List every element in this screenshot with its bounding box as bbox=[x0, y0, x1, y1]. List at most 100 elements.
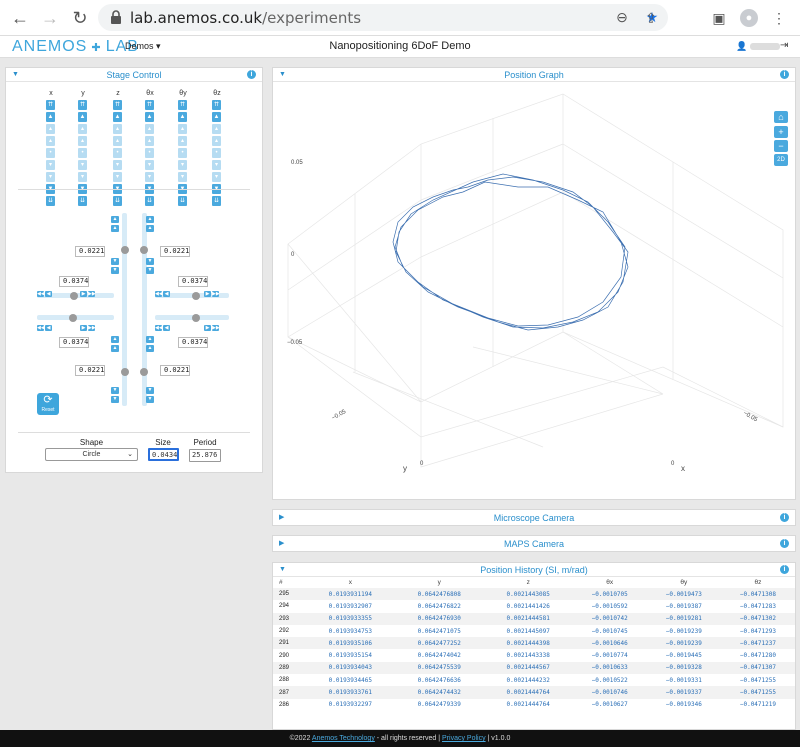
step-button[interactable]: ▼ bbox=[111, 387, 119, 394]
jog-button[interactable]: ▾ bbox=[113, 160, 122, 170]
jog-button[interactable]: ▴ bbox=[46, 136, 55, 146]
info-icon[interactable]: i bbox=[780, 513, 789, 522]
step-button[interactable]: ◀ bbox=[163, 325, 170, 331]
slider-knob[interactable] bbox=[121, 368, 129, 376]
menu-dots-icon[interactable]: ⋮ bbox=[770, 9, 788, 27]
jog-button[interactable]: • bbox=[113, 148, 122, 158]
jog-button[interactable]: ▾ bbox=[78, 160, 87, 170]
step-button[interactable]: ▼ bbox=[111, 267, 119, 274]
back-arrow-icon[interactable]: ← bbox=[10, 8, 30, 28]
jog-button[interactable]: ▴ bbox=[113, 124, 122, 134]
step-button[interactable]: ▶ bbox=[204, 291, 211, 297]
jog-button[interactable]: ⇊ bbox=[178, 196, 187, 206]
jog-button[interactable]: ▾ bbox=[145, 172, 154, 182]
zoom-in-icon[interactable]: + bbox=[774, 126, 788, 138]
info-icon[interactable]: i bbox=[247, 70, 256, 79]
jog-button[interactable]: ▴ bbox=[78, 136, 87, 146]
step-button[interactable]: ◀ bbox=[163, 291, 170, 297]
jog-button[interactable]: ▾ bbox=[212, 172, 221, 182]
jog-button[interactable]: ⇈ bbox=[78, 100, 87, 110]
slider-knob[interactable] bbox=[69, 314, 77, 322]
share-icon[interactable]: ⇪ bbox=[642, 9, 660, 27]
info-icon[interactable]: i bbox=[780, 539, 789, 548]
step-button[interactable]: ▲ bbox=[111, 225, 119, 232]
home-icon[interactable]: ⌂ bbox=[774, 111, 788, 123]
jog-button[interactable]: ▲ bbox=[113, 112, 122, 122]
jog-button[interactable]: ▴ bbox=[212, 136, 221, 146]
jog-button[interactable]: • bbox=[46, 148, 55, 158]
collapse-caret-icon[interactable]: ▼ bbox=[12, 68, 19, 82]
expand-caret-icon[interactable]: ▶ bbox=[279, 510, 284, 526]
jog-button[interactable]: ▲ bbox=[178, 112, 187, 122]
shape-select[interactable]: Circle ⌄ bbox=[45, 448, 138, 461]
step-button[interactable]: ▼ bbox=[146, 258, 154, 265]
microscope-camera-panel[interactable]: ▶ Microscope Camera i bbox=[272, 509, 796, 526]
jog-button[interactable]: ▾ bbox=[46, 172, 55, 182]
jog-button[interactable]: ▾ bbox=[113, 172, 122, 182]
address-bar[interactable]: lab.anemos.co.uk/experiments ⊖ ★ bbox=[98, 4, 668, 31]
reload-icon[interactable]: ↻ bbox=[70, 8, 90, 28]
jog-button[interactable]: ▴ bbox=[145, 136, 154, 146]
step-button[interactable]: ◀◀ bbox=[37, 325, 45, 331]
slider-knob[interactable] bbox=[140, 368, 148, 376]
step-button[interactable]: ◀ bbox=[45, 325, 52, 331]
jog-button[interactable]: ▾ bbox=[145, 160, 154, 170]
logout-icon[interactable]: ⇥ bbox=[780, 40, 788, 51]
jog-button[interactable]: ⇊ bbox=[113, 196, 122, 206]
slider-knob[interactable] bbox=[70, 292, 78, 300]
jog-button[interactable]: ⇈ bbox=[178, 100, 187, 110]
right-vertical-track[interactable] bbox=[142, 213, 147, 406]
jog-button[interactable]: • bbox=[78, 148, 87, 158]
jog-button[interactable]: ⇈ bbox=[212, 100, 221, 110]
slider-knob[interactable] bbox=[140, 246, 148, 254]
jog-button[interactable]: ⇊ bbox=[46, 196, 55, 206]
info-icon[interactable]: i bbox=[780, 565, 789, 574]
privacy-policy-link[interactable]: Privacy Policy bbox=[442, 735, 486, 742]
slider-knob[interactable] bbox=[121, 246, 129, 254]
step-button[interactable]: ▼ bbox=[111, 258, 119, 265]
jog-button[interactable]: ▾ bbox=[78, 172, 87, 182]
step-button[interactable]: ▼ bbox=[146, 387, 154, 394]
expand-caret-icon[interactable]: ▶ bbox=[279, 536, 284, 552]
jog-button[interactable]: ▴ bbox=[113, 136, 122, 146]
step-button[interactable]: ▶ bbox=[204, 325, 211, 331]
step-button[interactable]: ◀◀ bbox=[155, 325, 163, 331]
step-button[interactable]: ▼ bbox=[111, 396, 119, 403]
jog-button[interactable]: ▲ bbox=[46, 112, 55, 122]
collapse-caret-icon[interactable]: ▼ bbox=[279, 68, 286, 82]
view-2d-button[interactable]: 2D bbox=[774, 154, 788, 166]
step-button[interactable]: ▲ bbox=[111, 345, 119, 352]
step-button[interactable]: ▲ bbox=[146, 216, 154, 223]
step-button[interactable]: ▶▶ bbox=[212, 325, 220, 331]
step-button[interactable]: ▶▶ bbox=[88, 291, 96, 297]
jog-button[interactable]: ▾ bbox=[46, 160, 55, 170]
size-input[interactable]: 0.0434 bbox=[148, 448, 179, 461]
jog-button[interactable]: ▾ bbox=[212, 160, 221, 170]
jog-button[interactable]: • bbox=[212, 148, 221, 158]
side-panel-icon[interactable]: ▣ bbox=[710, 9, 728, 27]
jog-button[interactable]: ▲ bbox=[145, 112, 154, 122]
jog-button[interactable]: • bbox=[178, 148, 187, 158]
step-button[interactable]: ▲ bbox=[146, 225, 154, 232]
jog-button[interactable]: ▴ bbox=[145, 124, 154, 134]
step-button[interactable]: ▲ bbox=[146, 345, 154, 352]
jog-button[interactable]: ▲ bbox=[78, 112, 87, 122]
slider-knob[interactable] bbox=[192, 292, 200, 300]
step-button[interactable]: ▶▶ bbox=[88, 325, 96, 331]
reset-button[interactable]: ⟳ Reset bbox=[37, 393, 59, 415]
user-menu[interactable]: 👤 bbox=[736, 41, 780, 52]
jog-button[interactable]: ⇈ bbox=[46, 100, 55, 110]
profile-avatar-icon[interactable]: ● bbox=[740, 9, 758, 27]
step-button[interactable]: ◀◀ bbox=[155, 291, 163, 297]
step-button[interactable]: ▲ bbox=[111, 336, 119, 343]
zoom-out-icon[interactable]: − bbox=[774, 140, 788, 152]
jog-button[interactable]: ⇊ bbox=[78, 196, 87, 206]
step-button[interactable]: ▲ bbox=[111, 216, 119, 223]
step-button[interactable]: ▲ bbox=[146, 336, 154, 343]
zoom-icon[interactable]: ⊖ bbox=[613, 8, 631, 26]
maps-camera-panel[interactable]: ▶ MAPS Camera i bbox=[272, 535, 796, 552]
jog-button[interactable]: ▲ bbox=[212, 112, 221, 122]
jog-button[interactable]: ⇊ bbox=[145, 196, 154, 206]
step-button[interactable]: ◀ bbox=[45, 291, 52, 297]
company-link[interactable]: Anemos Technology bbox=[312, 735, 375, 742]
